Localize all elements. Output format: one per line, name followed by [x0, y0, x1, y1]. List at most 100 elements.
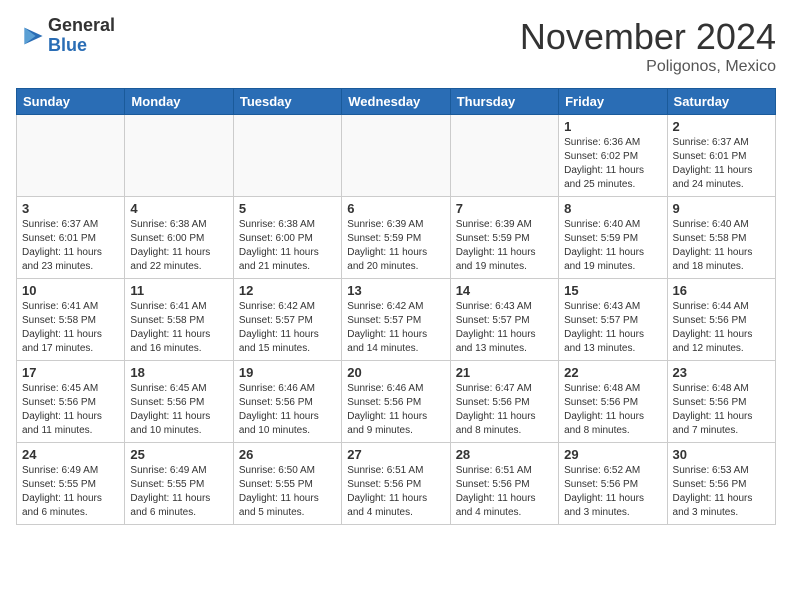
day-number: 24: [22, 447, 119, 462]
day-number: 26: [239, 447, 336, 462]
calendar-cell: 23 Sunrise: 6:48 AMSunset: 5:56 PMDayligh…: [667, 361, 775, 443]
day-number: 19: [239, 365, 336, 380]
day-info: Sunrise: 6:46 AMSunset: 5:56 PMDaylight:…: [239, 382, 336, 438]
day-number: 8: [564, 201, 661, 216]
calendar-cell: 27 Sunrise: 6:51 AMSunset: 5:56 PMDayligh…: [342, 443, 450, 525]
calendar-cell: 2Sunrise: 6:37 AMSunset: 6:01 PMDaylight…: [667, 115, 775, 197]
day-number: 20: [347, 365, 444, 380]
day-info: Sunrise: 6:36 AMSunset: 6:02 PMDaylight:…: [564, 136, 661, 192]
day-info: Sunrise: 6:41 AMSunset: 5:58 PMDaylight:…: [130, 300, 227, 356]
day-number: 12: [239, 283, 336, 298]
day-number: 7: [456, 201, 553, 216]
day-info: Sunrise: 6:46 AMSunset: 5:56 PMDaylight:…: [347, 382, 444, 438]
calendar-cell: 14 Sunrise: 6:43 AMSunset: 5:57 PMDayligh…: [450, 279, 558, 361]
day-info: Sunrise: 6:42 AMSunset: 5:57 PMDaylight:…: [239, 300, 336, 356]
day-info: Sunrise: 6:39 AMSunset: 5:59 PMDaylight:…: [456, 218, 553, 274]
day-info: Sunrise: 6:38 AMSunset: 6:00 PMDaylight:…: [130, 218, 227, 274]
day-info: Sunrise: 6:40 AMSunset: 5:58 PMDaylight:…: [673, 218, 770, 274]
calendar-cell: [125, 115, 233, 197]
day-number: 6: [347, 201, 444, 216]
calendar-cell: 20 Sunrise: 6:46 AMSunset: 5:56 PMDayligh…: [342, 361, 450, 443]
month-title: November 2024: [520, 16, 776, 58]
calendar-cell: [450, 115, 558, 197]
calendar-week-1: 1Sunrise: 6:36 AMSunset: 6:02 PMDaylight…: [17, 115, 776, 197]
day-info: Sunrise: 6:43 AMSunset: 5:57 PMDaylight:…: [456, 300, 553, 356]
day-info: Sunrise: 6:47 AMSunset: 5:56 PMDaylight:…: [456, 382, 553, 438]
day-info: Sunrise: 6:42 AMSunset: 5:57 PMDaylight:…: [347, 300, 444, 356]
day-info: Sunrise: 6:45 AMSunset: 5:56 PMDaylight:…: [130, 382, 227, 438]
title-block: November 2024 Poligonos, Mexico: [520, 16, 776, 76]
calendar-cell: 10 Sunrise: 6:41 AMSunset: 5:58 PMDayligh…: [17, 279, 125, 361]
logo-blue-text: Blue: [48, 36, 115, 56]
calendar-cell: 26 Sunrise: 6:50 AMSunset: 5:55 PMDayligh…: [233, 443, 341, 525]
calendar-cell: 4 Sunrise: 6:38 AMSunset: 6:00 PMDaylight…: [125, 197, 233, 279]
calendar-cell: 7 Sunrise: 6:39 AMSunset: 5:59 PMDaylight…: [450, 197, 558, 279]
weekday-header-monday: Monday: [125, 89, 233, 115]
calendar-cell: 19 Sunrise: 6:46 AMSunset: 5:56 PMDayligh…: [233, 361, 341, 443]
day-info: Sunrise: 6:49 AMSunset: 5:55 PMDaylight:…: [22, 464, 119, 520]
calendar-cell: 17 Sunrise: 6:45 AMSunset: 5:56 PMDayligh…: [17, 361, 125, 443]
calendar-cell: 22Sunrise: 6:48 AMSunset: 5:56 PMDayligh…: [559, 361, 667, 443]
calendar-cell: [233, 115, 341, 197]
calendar-cell: 11 Sunrise: 6:41 AMSunset: 5:58 PMDayligh…: [125, 279, 233, 361]
calendar-week-3: 10 Sunrise: 6:41 AMSunset: 5:58 PMDayligh…: [17, 279, 776, 361]
weekday-header-wednesday: Wednesday: [342, 89, 450, 115]
weekday-header-friday: Friday: [559, 89, 667, 115]
day-number: 14: [456, 283, 553, 298]
day-info: Sunrise: 6:51 AMSunset: 5:56 PMDaylight:…: [347, 464, 444, 520]
calendar-cell: 15 Sunrise: 6:43 AMSunset: 5:57 PMDayligh…: [559, 279, 667, 361]
day-number: 29: [564, 447, 661, 462]
logo-general-text: General: [48, 16, 115, 36]
calendar-cell: 24 Sunrise: 6:49 AMSunset: 5:55 PMDayligh…: [17, 443, 125, 525]
day-info: Sunrise: 6:40 AMSunset: 5:59 PMDaylight:…: [564, 218, 661, 274]
weekday-header-sunday: Sunday: [17, 89, 125, 115]
day-number: 17: [22, 365, 119, 380]
day-info: Sunrise: 6:43 AMSunset: 5:57 PMDaylight:…: [564, 300, 661, 356]
location-subtitle: Poligonos, Mexico: [520, 58, 776, 76]
day-info: Sunrise: 6:48 AMSunset: 5:56 PMDaylight:…: [673, 382, 770, 438]
day-number: 15: [564, 283, 661, 298]
calendar-header-row: SundayMondayTuesdayWednesdayThursdayFrid…: [17, 89, 776, 115]
day-info: Sunrise: 6:51 AMSunset: 5:56 PMDaylight:…: [456, 464, 553, 520]
day-number: 5: [239, 201, 336, 216]
day-info: Sunrise: 6:41 AMSunset: 5:58 PMDaylight:…: [22, 300, 119, 356]
day-number: 10: [22, 283, 119, 298]
day-info: Sunrise: 6:37 AMSunset: 6:01 PMDaylight:…: [22, 218, 119, 274]
page-header: General Blue November 2024 Poligonos, Me…: [16, 16, 776, 76]
day-info: Sunrise: 6:38 AMSunset: 6:00 PMDaylight:…: [239, 218, 336, 274]
day-info: Sunrise: 6:49 AMSunset: 5:55 PMDaylight:…: [130, 464, 227, 520]
day-info: Sunrise: 6:39 AMSunset: 5:59 PMDaylight:…: [347, 218, 444, 274]
calendar-cell: [17, 115, 125, 197]
calendar-cell: 9 Sunrise: 6:40 AMSunset: 5:58 PMDaylight…: [667, 197, 775, 279]
day-info: Sunrise: 6:48 AMSunset: 5:56 PMDaylight:…: [564, 382, 661, 438]
day-number: 16: [673, 283, 770, 298]
calendar-cell: 21 Sunrise: 6:47 AMSunset: 5:56 PMDayligh…: [450, 361, 558, 443]
calendar-cell: 8 Sunrise: 6:40 AMSunset: 5:59 PMDaylight…: [559, 197, 667, 279]
weekday-header-saturday: Saturday: [667, 89, 775, 115]
day-number: 4: [130, 201, 227, 216]
logo: General Blue: [16, 16, 115, 56]
day-number: 27: [347, 447, 444, 462]
calendar-week-2: 3 Sunrise: 6:37 AMSunset: 6:01 PMDaylight…: [17, 197, 776, 279]
day-number: 28: [456, 447, 553, 462]
day-info: Sunrise: 6:52 AMSunset: 5:56 PMDaylight:…: [564, 464, 661, 520]
calendar-table: SundayMondayTuesdayWednesdayThursdayFrid…: [16, 88, 776, 525]
day-info: Sunrise: 6:45 AMSunset: 5:56 PMDaylight:…: [22, 382, 119, 438]
day-number: 3: [22, 201, 119, 216]
day-number: 21: [456, 365, 553, 380]
day-number: 18: [130, 365, 227, 380]
calendar-cell: 30Sunrise: 6:53 AMSunset: 5:56 PMDayligh…: [667, 443, 775, 525]
day-number: 23: [673, 365, 770, 380]
day-info: Sunrise: 6:50 AMSunset: 5:55 PMDaylight:…: [239, 464, 336, 520]
calendar-cell: 12 Sunrise: 6:42 AMSunset: 5:57 PMDayligh…: [233, 279, 341, 361]
day-number: 30: [673, 447, 770, 462]
calendar-cell: 1Sunrise: 6:36 AMSunset: 6:02 PMDaylight…: [559, 115, 667, 197]
logo-icon: [16, 22, 44, 50]
calendar-week-5: 24 Sunrise: 6:49 AMSunset: 5:55 PMDayligh…: [17, 443, 776, 525]
day-number: 25: [130, 447, 227, 462]
day-number: 11: [130, 283, 227, 298]
day-number: 9: [673, 201, 770, 216]
calendar-cell: 13 Sunrise: 6:42 AMSunset: 5:57 PMDayligh…: [342, 279, 450, 361]
day-info: Sunrise: 6:44 AMSunset: 5:56 PMDaylight:…: [673, 300, 770, 356]
day-number: 13: [347, 283, 444, 298]
